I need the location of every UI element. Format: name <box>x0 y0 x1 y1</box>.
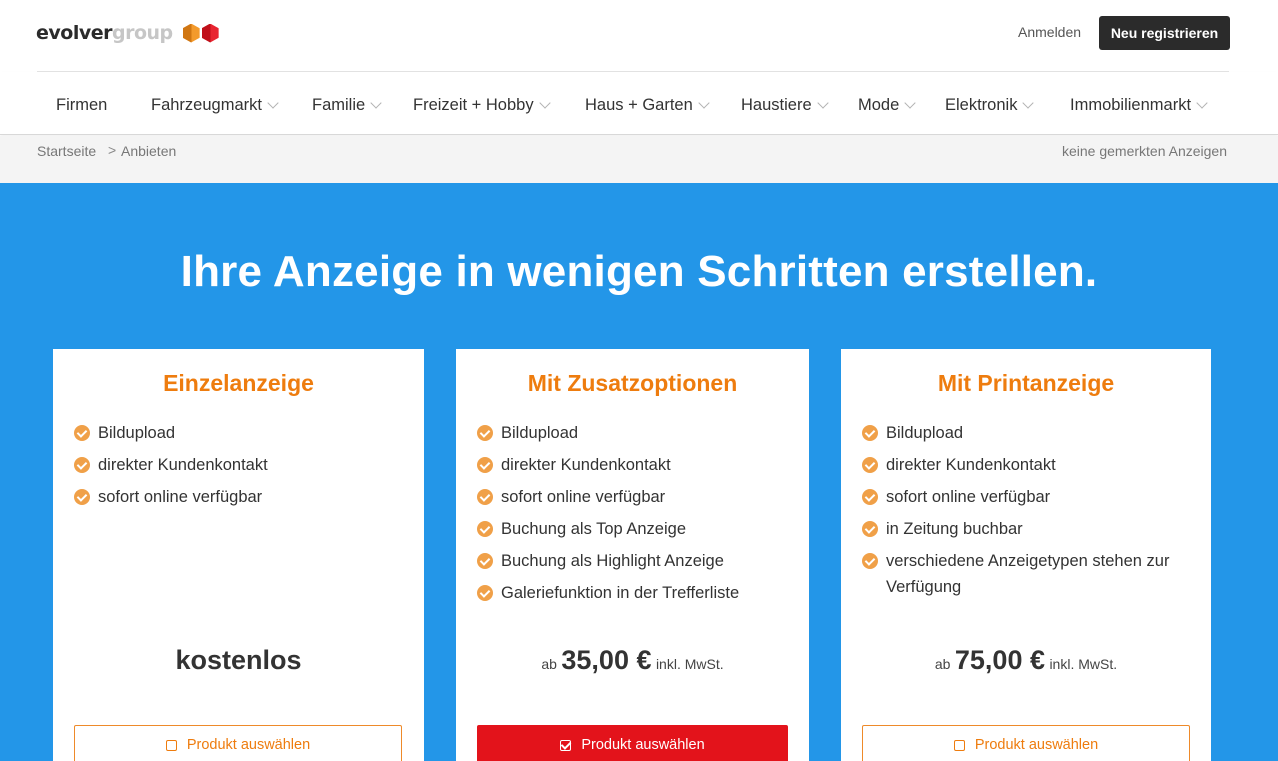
nav-item-immobilienmarkt[interactable]: Immobilienmarkt <box>1070 96 1208 115</box>
plan-title: Mit Zusatzoptionen <box>527 370 738 396</box>
plan-price: kostenlos <box>175 645 302 675</box>
logo-cubes-icon <box>182 23 219 43</box>
select-product-button[interactable]: Produkt auswählen <box>477 725 788 761</box>
header: evolvergroup Anmelden Neu registrieren <box>0 0 1278 70</box>
chevron-down-icon <box>698 97 710 109</box>
nav-item-haustiere[interactable]: Haustiere <box>741 96 829 115</box>
checkbox-icon <box>953 739 965 751</box>
check-circle-icon <box>74 457 90 473</box>
checkbox-icon <box>165 739 177 751</box>
feature-item: sofort online verfügbar <box>477 484 789 510</box>
feature-item: sofort online verfügbar <box>74 484 404 510</box>
feature-item: Buchung als Highlight Anzeige <box>477 548 789 574</box>
check-circle-icon <box>477 489 493 505</box>
chevron-down-icon <box>267 97 279 109</box>
plan-card-printanzeige: Mit Printanzeige Bildupload direkter Kun… <box>841 349 1211 761</box>
feature-item: verschiedene Anzeigetypen stehen zur Ver… <box>862 548 1191 600</box>
plan-price: ab 75,00 € inkl. MwSt. <box>934 645 1118 675</box>
chevron-down-icon <box>1022 97 1035 109</box>
check-circle-icon <box>862 425 878 441</box>
feature-item: sofort online verfügbar <box>862 484 1191 510</box>
nav-item-freizeit-hobby[interactable]: Freizeit + Hobby <box>413 96 551 115</box>
feature-item: direkter Kundenkontakt <box>862 452 1191 478</box>
feature-list: Bildupload direkter Kundenkontakt sofort… <box>74 420 404 516</box>
plan-price: ab 35,00 € inkl. MwSt. <box>541 645 724 675</box>
feature-item: direkter Kundenkontakt <box>74 452 404 478</box>
check-circle-icon <box>477 425 493 441</box>
check-circle-icon <box>862 457 878 473</box>
plan-title: Einzelanzeige <box>163 370 314 396</box>
check-circle-icon <box>477 585 493 601</box>
hero-section: Ihre Anzeige in wenigen Schritten erstel… <box>0 183 1278 761</box>
plan-card-zusatzoptionen: Mit Zusatzoptionen Bildupload direkter K… <box>456 349 809 761</box>
nav-item-familie[interactable]: Familie <box>312 96 382 115</box>
breadcrumb-bar: Startseite > Anbieten keine gemerkten An… <box>0 136 1278 183</box>
chevron-down-icon <box>904 97 916 109</box>
breadcrumb-separator: > <box>108 142 117 158</box>
nav-item-haus-garten[interactable]: Haus + Garten <box>585 96 710 115</box>
nav-item-firmen[interactable]: Firmen <box>56 96 107 115</box>
feature-list: Bildupload direkter Kundenkontakt sofort… <box>477 420 789 612</box>
page-title: Ihre Anzeige in wenigen Schritten erstel… <box>180 247 1098 296</box>
nav-item-fahrzeugmarkt[interactable]: Fahrzeugmarkt <box>151 96 279 115</box>
saved-ads-link[interactable]: keine gemerkten Anzeigen <box>1062 143 1227 159</box>
feature-item: Buchung als Top Anzeige <box>477 516 789 542</box>
plan-card-einzelanzeige: Einzelanzeige Bildupload direkter Kunden… <box>53 349 424 761</box>
check-circle-icon <box>477 521 493 537</box>
feature-list: Bildupload direkter Kundenkontakt sofort… <box>862 420 1191 606</box>
check-circle-icon <box>862 489 878 505</box>
select-product-button[interactable]: Produkt auswählen <box>74 725 402 761</box>
main-nav: Firmen Fahrzeugmarkt Familie Freizeit + … <box>0 72 1278 135</box>
chevron-down-icon <box>370 97 382 109</box>
checkbox-checked-icon <box>560 739 572 751</box>
check-circle-icon <box>74 425 90 441</box>
login-link[interactable]: Anmelden <box>1018 24 1081 40</box>
check-circle-icon <box>862 553 878 569</box>
breadcrumb-anbieten: Anbieten <box>121 143 177 159</box>
feature-item: in Zeitung buchbar <box>862 516 1191 542</box>
select-product-button[interactable]: Produkt auswählen <box>862 725 1190 761</box>
logo-text: evolvergroup <box>36 22 173 44</box>
plan-title: Mit Printanzeige <box>937 370 1115 396</box>
nav-item-elektronik[interactable]: Elektronik <box>945 96 1035 115</box>
check-circle-icon <box>477 457 493 473</box>
feature-item: Bildupload <box>74 420 404 446</box>
check-circle-icon <box>477 553 493 569</box>
chevron-down-icon <box>1196 97 1208 109</box>
check-circle-icon <box>862 521 878 537</box>
chevron-down-icon <box>816 97 829 109</box>
nav-item-mode[interactable]: Mode <box>858 96 916 115</box>
breadcrumb-startseite[interactable]: Startseite <box>37 143 96 159</box>
feature-item: Bildupload <box>477 420 789 446</box>
feature-item: Galeriefunktion in der Trefferliste <box>477 580 789 606</box>
check-circle-icon <box>74 489 90 505</box>
register-button[interactable]: Neu registrieren <box>1099 16 1230 50</box>
chevron-down-icon <box>538 97 551 109</box>
feature-item: direkter Kundenkontakt <box>477 452 789 478</box>
feature-item: Bildupload <box>862 420 1191 446</box>
logo[interactable]: evolvergroup <box>36 20 219 46</box>
